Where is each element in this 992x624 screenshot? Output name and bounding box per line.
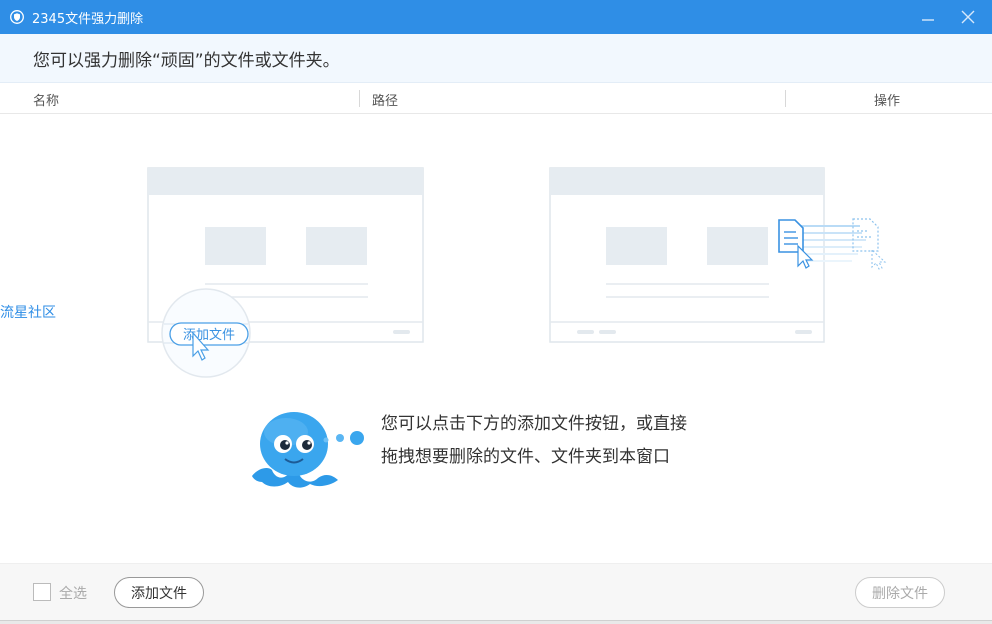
select-all-label[interactable]: 全选 xyxy=(59,583,87,603)
octopus-mascot-icon xyxy=(252,412,364,488)
footer-bar: 全选 添加文件 删除文件 xyxy=(0,563,992,620)
add-file-button[interactable]: 添加文件 xyxy=(114,577,204,608)
select-all-checkbox[interactable] xyxy=(33,583,51,601)
delete-file-button[interactable]: 删除文件 xyxy=(855,577,945,608)
add-file-pill-label: 添加文件 xyxy=(183,328,235,343)
magnifier-circle: 添加文件 xyxy=(161,288,251,378)
drag-hint-text: 您可以点击下方的添加文件按钮，或直接 拖拽想要删除的文件、文件夹到本窗口 xyxy=(381,408,687,474)
hint-line-1: 您可以点击下方的添加文件按钮，或直接 xyxy=(381,414,687,434)
window-mock-right xyxy=(549,167,825,343)
background-strip xyxy=(0,620,992,624)
drag-hint-illustration: 添加文件 xyxy=(147,167,887,488)
hint-line-2: 拖拽想要删除的文件、文件夹到本窗口 xyxy=(381,447,670,467)
